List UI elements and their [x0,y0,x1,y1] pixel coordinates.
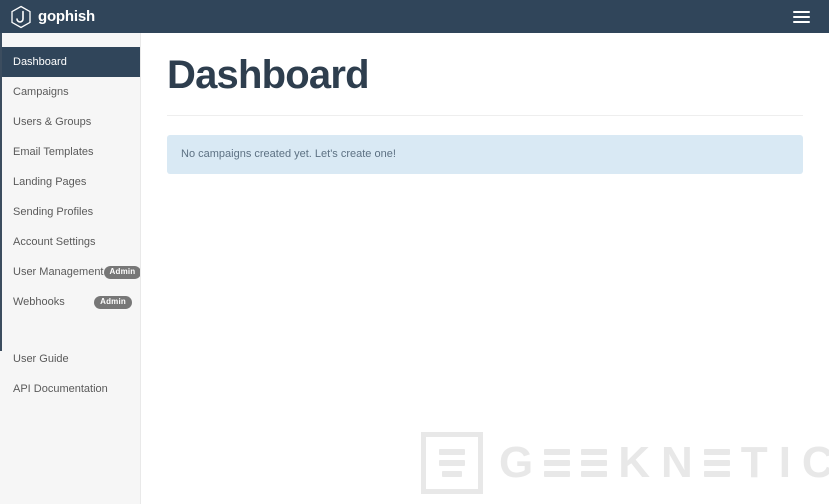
page-title: Dashboard [167,53,370,97]
sidebar-item-sending-profiles[interactable]: Sending Profiles [0,197,140,227]
sidebar-item-landing-pages[interactable]: Landing Pages [0,167,140,197]
watermark-letter-e [703,447,730,479]
logo-bar [439,449,465,455]
letter-bar [703,449,730,455]
sidebar-spacer [0,317,140,344]
letter-bar [703,460,730,466]
alert-message: No campaigns created yet. Let's create o… [181,148,396,160]
watermark-letter: G [499,438,534,487]
gophish-hexagon-hook-logo-icon [10,5,32,29]
logo-bar [442,471,462,477]
sidebar-item-user-management[interactable]: User Management Admin [0,257,140,287]
letter-bar [544,449,571,455]
watermark-letter: I [778,438,791,487]
letter-bar [581,460,608,466]
letter-bar [544,471,571,477]
hamburger-bar [792,15,810,18]
sidebar: Dashboard Campaigns Users & Groups Email… [0,33,141,504]
brand-link[interactable]: gophish [0,0,95,33]
sidebar-item-label: API Documentation [13,382,108,395]
admin-badge: Admin [103,265,140,279]
title-divider [167,115,803,116]
hamburger-bar [792,10,810,13]
hamburger-bar [792,20,810,23]
sidebar-item-label: User Management [13,265,104,278]
sidebar-item-users-groups[interactable]: Users & Groups [0,107,140,137]
sidebar-accent-edge [0,33,2,351]
sidebar-item-label: Email Templates [13,145,94,158]
no-campaigns-alert: No campaigns created yet. Let's create o… [167,135,803,174]
hamburger-menu-icon[interactable] [785,0,817,33]
watermark-letter: N [661,438,693,487]
sidebar-nav-list: Dashboard Campaigns Users & Groups Email… [0,33,140,404]
sidebar-item-dashboard[interactable]: Dashboard [0,47,140,77]
sidebar-item-label: Dashboard [13,55,67,68]
sidebar-item-label: Account Settings [13,235,96,248]
sidebar-item-account-settings[interactable]: Account Settings [0,227,140,257]
admin-badge: Admin [94,295,132,309]
sidebar-item-label: Sending Profiles [13,205,94,218]
sidebar-item-label: Users & Groups [13,115,92,128]
main-content: Dashboard No campaigns created yet. Let'… [141,33,829,504]
sidebar-item-campaigns[interactable]: Campaigns [0,77,140,107]
watermark-letter-e [581,447,608,479]
watermark-letter: C [801,438,829,487]
watermark-letter-e [544,447,571,479]
logo-bar [439,460,465,466]
sidebar-item-email-templates[interactable]: Email Templates [0,137,140,167]
letter-bar [581,471,608,477]
geeknetic-watermark: G K N T I C [421,432,829,494]
letter-bar [703,471,730,477]
sidebar-item-label: User Guide [13,352,69,365]
geeknetic-box-logo-icon [421,432,483,494]
letter-bar [581,449,608,455]
brand-text: gophish [38,8,95,25]
sidebar-item-webhooks[interactable]: Webhooks Admin [0,287,140,317]
watermark-text: G K N T I C [499,441,829,485]
letter-bar [544,460,571,466]
watermark-letter: T [740,438,768,487]
sidebar-item-label: Landing Pages [13,175,87,188]
sidebar-item-user-guide[interactable]: User Guide [0,344,140,374]
sidebar-item-label: Webhooks [13,295,65,308]
watermark-letter: K [618,438,651,487]
sidebar-item-label: Campaigns [13,85,69,98]
sidebar-item-api-documentation[interactable]: API Documentation [0,374,140,404]
top-navbar: gophish [0,0,829,33]
